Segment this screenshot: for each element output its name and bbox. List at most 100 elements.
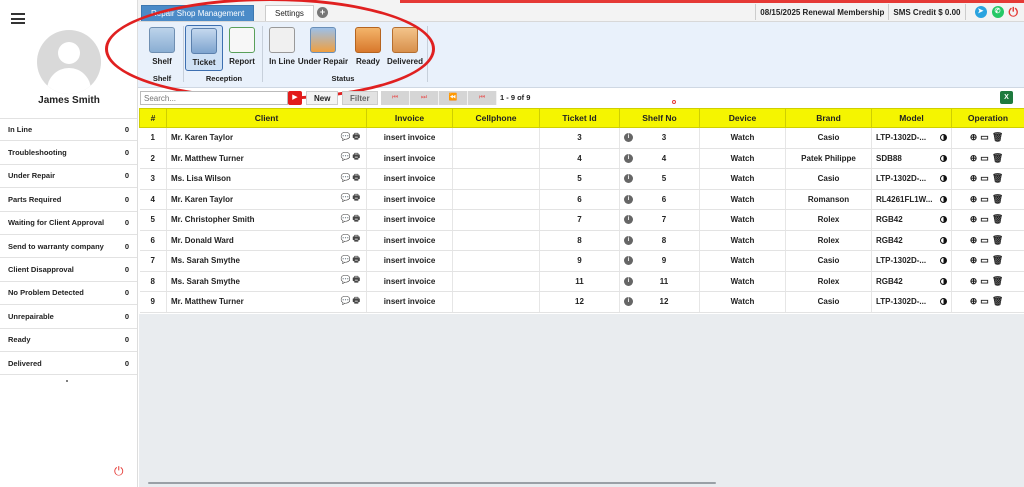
half-circle-icon[interactable] [940, 154, 947, 162]
client-name[interactable]: Mr. Karen Taylor [171, 133, 233, 142]
client-name[interactable]: Mr. Donald Ward [171, 236, 234, 245]
monitor-icon[interactable]: ▭ [980, 132, 992, 142]
trash-icon[interactable]: 🗑 [992, 255, 1006, 265]
column-header[interactable]: # [139, 108, 167, 128]
table-row[interactable]: 4 Mr. Karen Taylor 💬🖶 insert invoice 6 i 6 Watc… [139, 189, 1024, 210]
print-icon[interactable]: 🖶 [352, 296, 362, 305]
chat-icon[interactable]: 💬 [340, 275, 352, 284]
half-circle-icon[interactable] [940, 134, 947, 142]
tab-repair-shop-management[interactable]: Repair Shop Management [141, 5, 255, 21]
client-name[interactable]: Ms. Sarah Smythe [171, 256, 240, 265]
info-icon[interactable]: i [624, 133, 633, 143]
chat-icon[interactable]: 💬 [340, 296, 352, 305]
chat-icon[interactable]: 💬 [340, 255, 352, 264]
hamburger-icon[interactable] [11, 13, 25, 24]
info-icon[interactable]: i [624, 235, 633, 245]
sidebar-status-item[interactable]: Client Disapproval 0 [0, 258, 137, 282]
add-circle-icon[interactable]: ⊕ [970, 194, 981, 204]
print-icon[interactable]: 🖶 [352, 275, 362, 284]
print-icon[interactable]: 🖶 [352, 214, 362, 223]
last-page-icon[interactable]: ⏮ [468, 91, 497, 105]
add-tab-icon[interactable]: + [317, 7, 328, 18]
sidebar-status-item[interactable]: Delivered 0 [0, 352, 137, 376]
print-icon[interactable]: 🖶 [352, 193, 362, 202]
table-row[interactable]: 9 Mr. Matthew Turner 💬🖶 insert invoice 12 i 12… [139, 291, 1024, 313]
search-input[interactable] [140, 91, 288, 105]
column-header[interactable]: Invoice [366, 108, 453, 128]
sidebar-status-item[interactable]: Send to warranty company 0 [0, 235, 137, 259]
half-circle-icon[interactable] [940, 216, 947, 224]
sidebar-status-item[interactable]: Ready 0 [0, 329, 137, 352]
monitor-icon[interactable]: ▭ [980, 214, 992, 224]
half-circle-icon[interactable] [940, 175, 947, 183]
first-page-icon[interactable]: ⏮ [381, 91, 410, 105]
table-row[interactable]: 5 Mr. Christopher Smith 💬🖶 insert invoice 7 i… [139, 209, 1024, 231]
info-icon[interactable]: i [624, 174, 633, 184]
trash-icon[interactable]: 🗑 [992, 214, 1006, 224]
ticket-button[interactable]: Ticket [185, 25, 223, 71]
delivered-button[interactable]: Delivered [384, 25, 426, 71]
half-circle-icon[interactable] [940, 277, 947, 285]
chat-icon[interactable]: 💬 [340, 214, 352, 223]
client-name[interactable]: Mr. Karen Taylor [171, 195, 233, 204]
tab-settings[interactable]: Settings [265, 5, 314, 21]
sidebar-status-item[interactable]: Under Repair 0 [0, 165, 137, 189]
monitor-icon[interactable]: ▭ [980, 276, 992, 286]
client-name[interactable]: Ms. Lisa Wilson [171, 174, 231, 183]
column-header[interactable]: Model [871, 108, 952, 128]
chat-icon[interactable]: 💬 [340, 193, 352, 202]
sidebar-status-item[interactable]: Waiting for Client Approval 0 [0, 212, 137, 235]
column-header[interactable]: Client [166, 108, 367, 128]
shelf-button[interactable]: Shelf [143, 25, 181, 71]
chat-icon[interactable]: 💬 [340, 152, 352, 161]
info-icon[interactable]: i [624, 153, 633, 163]
half-circle-icon[interactable] [940, 298, 947, 306]
invoice-cell[interactable]: insert invoice [366, 230, 453, 251]
add-circle-icon[interactable]: ⊕ [970, 214, 981, 224]
sidebar-status-item[interactable]: In Line 0 [0, 118, 137, 142]
whatsapp-icon[interactable]: ✆ [991, 6, 1004, 18]
chat-icon[interactable]: 💬 [340, 234, 352, 243]
add-circle-icon[interactable]: ⊕ [970, 276, 981, 286]
column-header[interactable]: Cellphone [452, 108, 540, 128]
chat-icon[interactable]: 💬 [340, 132, 352, 141]
invoice-cell[interactable]: insert invoice [366, 209, 453, 231]
trash-icon[interactable]: 🗑 [992, 276, 1006, 286]
invoice-cell[interactable]: insert invoice [366, 250, 453, 272]
column-header[interactable]: Brand [785, 108, 872, 128]
add-circle-icon[interactable]: ⊕ [970, 255, 981, 265]
invoice-cell[interactable]: insert invoice [366, 148, 453, 169]
horizontal-scrollbar[interactable] [148, 482, 716, 484]
power-icon[interactable]: ⏻ [1009, 6, 1019, 18]
half-circle-icon[interactable] [940, 236, 947, 244]
print-icon[interactable]: 🖶 [352, 234, 362, 243]
sidebar-status-item[interactable]: Troubleshooting 0 [0, 141, 137, 165]
invoice-cell[interactable]: insert invoice [366, 127, 453, 149]
table-row[interactable]: 1 Mr. Karen Taylor 💬🖶 insert invoice 3 i 3 Watc… [139, 127, 1024, 149]
column-header[interactable]: Operation [951, 108, 1024, 128]
sidebar-status-item[interactable]: Parts Required 0 [0, 188, 137, 212]
monitor-icon[interactable]: ▭ [980, 153, 992, 163]
column-header[interactable]: Device [699, 108, 786, 128]
in-line-button[interactable]: In Line [263, 25, 301, 71]
invoice-cell[interactable]: insert invoice [366, 291, 453, 313]
half-circle-icon[interactable] [940, 257, 947, 265]
filter-button[interactable]: Filter [342, 91, 378, 105]
half-circle-icon[interactable] [940, 195, 947, 203]
ready-button[interactable]: Ready [349, 25, 387, 71]
table-row[interactable]: 7 Ms. Sarah Smythe 💬🖶 insert invoice 9 i 9 Watc… [139, 250, 1024, 272]
table-row[interactable]: 6 Mr. Donald Ward 💬🖶 insert invoice 8 i 8 Watch… [139, 230, 1024, 251]
client-name[interactable]: Mr. Matthew Turner [171, 154, 244, 163]
add-circle-icon[interactable]: ⊕ [970, 132, 981, 142]
monitor-icon[interactable]: ▭ [980, 235, 992, 245]
sidebar-status-item[interactable]: No Problem Detected 0 [0, 282, 137, 306]
column-header[interactable]: Shelf No [619, 108, 700, 128]
info-icon[interactable]: i [624, 194, 633, 204]
client-name[interactable]: Mr. Christopher Smith [171, 215, 255, 224]
table-row[interactable]: 3 Ms. Lisa Wilson 💬🖶 insert invoice 5 i 5 Watch… [139, 168, 1024, 190]
info-icon[interactable]: i [624, 297, 633, 307]
add-circle-icon[interactable]: ⊕ [970, 296, 981, 306]
info-icon[interactable]: i [624, 215, 633, 225]
invoice-cell[interactable]: insert invoice [366, 189, 453, 210]
table-row[interactable]: 2 Mr. Matthew Turner 💬🖶 insert invoice 4 i 4 Wa… [139, 148, 1024, 169]
